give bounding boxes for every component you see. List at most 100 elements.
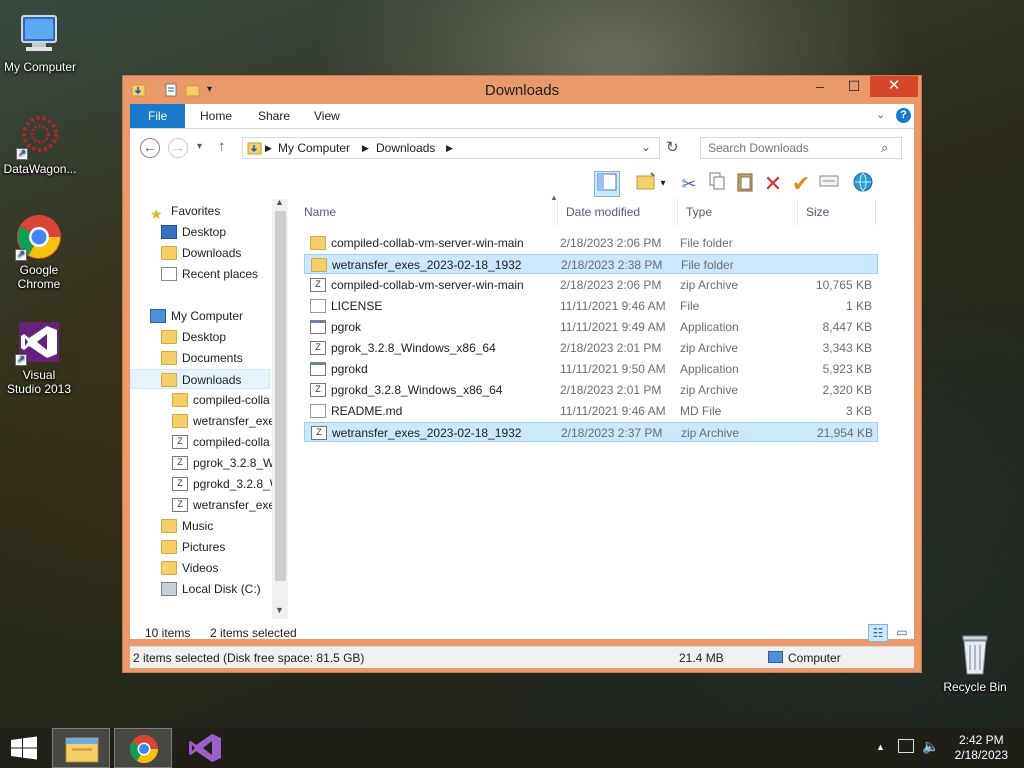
file-name: wetransfer_exes_2023-02-18_1932 [332, 258, 522, 272]
file-name-cell: compiled-collab-vm-server-win-main [310, 233, 550, 253]
file-name: pgrokd [331, 362, 368, 376]
file-row[interactable]: Zcompiled-collab-vm-server-win-main 2/18/… [304, 275, 878, 295]
navigation-pane: ★ Favorites Desktop Downloads Recent plac… [130, 199, 288, 619]
tab-file[interactable]: File [130, 104, 186, 128]
up-arrow-icon[interactable]: ↑ [218, 138, 226, 155]
shortcut-arrow-icon: ↗ [15, 249, 27, 261]
preview-pane-icon[interactable] [594, 171, 620, 197]
nav-favorites[interactable]: ★ Favorites [130, 201, 288, 222]
nav-label: Downloads [182, 373, 242, 387]
nav-local-disk[interactable]: Local Disk (C:) [130, 579, 288, 599]
tab-share[interactable]: Share [244, 104, 304, 128]
copy-icon[interactable] [704, 171, 730, 197]
nav-downloads-child[interactable]: Zcompiled-colla [130, 432, 288, 452]
nav-downloads-child[interactable]: compiled-colla [130, 390, 288, 410]
file-row[interactable]: README.md 11/11/2021 9:46 AM MD File 3 KB [304, 401, 878, 421]
expand-ribbon-chevron-icon[interactable]: ⌄ [876, 108, 885, 121]
nav-computer-desktop[interactable]: Desktop [130, 327, 288, 347]
help-icon[interactable]: ? [896, 108, 911, 123]
open-browser-icon[interactable] [850, 171, 876, 197]
desktop-icon-recycle-bin[interactable]: Recycle Bin [935, 630, 1015, 694]
volume-icon[interactable]: 🔈 [922, 738, 939, 755]
details-view-icon[interactable]: ☷ [868, 624, 888, 642]
file-name: LICENSE [331, 299, 383, 313]
nav-pictures[interactable]: Pictures [130, 537, 288, 557]
file-row[interactable]: wetransfer_exes_2023-02-18_1932 2/18/2023… [304, 254, 878, 274]
paste-icon[interactable] [732, 171, 758, 197]
file-row[interactable]: LICENSE 11/11/2021 9:46 AM File 1 KB [304, 296, 878, 316]
column-header-date-modified[interactable]: Date modified [558, 199, 678, 225]
file-row[interactable]: Zwetransfer_exes_2023-02-18_1932 2/18/202… [304, 422, 878, 442]
maximize-button[interactable]: ☐ [837, 76, 871, 97]
breadcrumb-separator-icon[interactable]: ▶ [362, 143, 369, 154]
breadcrumb-my-computer[interactable]: My Computer [278, 141, 350, 155]
new-item-chevron-icon[interactable]: ▾ [656, 171, 670, 197]
nav-music[interactable]: Music [130, 516, 288, 536]
breadcrumb-separator-icon[interactable]: ▶ [265, 143, 272, 154]
zip-archive-icon: Z [172, 497, 188, 512]
breadcrumb-downloads[interactable]: Downloads [376, 141, 435, 155]
nav-my-computer[interactable]: My Computer [130, 306, 288, 326]
taskbar-chrome[interactable] [114, 728, 172, 768]
desktop-icon-visual-studio[interactable]: ↗ Visual Studio 2013 [0, 318, 79, 396]
nav-scrollbar[interactable]: ▲ ▼ [272, 199, 288, 619]
close-button[interactable]: ✕ [870, 76, 918, 97]
nav-favorite-downloads[interactable]: Downloads [130, 243, 288, 263]
delete-icon[interactable]: ✕ [760, 171, 786, 197]
file-row[interactable]: Zpgrok_3.2.8_Windows_x86_64 2/18/2023 2:0… [304, 338, 878, 358]
address-field[interactable]: ▶ My Computer ▶ Downloads ▶ ⌄ [242, 137, 660, 159]
network-icon[interactable] [898, 739, 914, 753]
minimize-button[interactable]: – [803, 76, 837, 97]
nav-downloads-child[interactable]: Zpgrokd_3.2.8_W [130, 474, 288, 494]
taskbar-visual-studio[interactable] [176, 728, 234, 768]
back-button[interactable]: ← [140, 138, 160, 158]
zip-archive-icon: Z [310, 340, 326, 355]
column-header-size[interactable]: Size [798, 199, 876, 225]
file-row[interactable]: pgrok 11/11/2021 9:49 AM Application 8,447 … [304, 317, 878, 337]
desktop-icon-google-chrome[interactable]: ↗ Google Chrome [0, 213, 79, 291]
nav-computer-documents[interactable]: Documents [130, 348, 288, 368]
address-history-chevron-icon[interactable]: ⌄ [641, 140, 651, 154]
file-row[interactable]: Zpgrokd_3.2.8_Windows_x86_64 2/18/2023 2:… [304, 380, 878, 400]
scroll-up-icon[interactable]: ▲ [275, 199, 284, 207]
location-label: Computer [788, 651, 841, 665]
properties-icon[interactable] [816, 171, 842, 197]
scroll-down-icon[interactable]: ▼ [275, 605, 284, 615]
clock[interactable]: 2:42 PM 2/18/2023 [955, 733, 1008, 763]
recent-locations-chevron-icon[interactable]: ▾ [197, 141, 202, 152]
forward-button[interactable]: → [168, 138, 188, 158]
cut-icon[interactable]: ✂ [676, 171, 702, 197]
nav-favorite-desktop[interactable]: Desktop [130, 222, 288, 242]
show-hidden-icons-icon[interactable]: ▲ [876, 742, 885, 752]
nav-downloads-child[interactable]: Zpgrok_3.2.8_Wi [130, 453, 288, 473]
taskbar-file-explorer[interactable] [52, 728, 110, 768]
nav-computer-downloads[interactable]: Downloads [130, 369, 270, 389]
desktop-icon-datawagon[interactable]: ↗ DataWagon... [0, 112, 80, 176]
start-button[interactable] [0, 728, 48, 768]
file-row[interactable]: compiled-collab-vm-server-win-main 2/18/2… [304, 233, 878, 253]
column-header-name[interactable]: Name [296, 199, 558, 225]
tab-home[interactable]: Home [186, 104, 246, 128]
search-box[interactable]: ⌕ [700, 137, 902, 159]
tab-view[interactable]: View [300, 104, 354, 128]
file-row[interactable]: pgrokd 11/11/2021 9:50 AM Application 5,923… [304, 359, 878, 379]
refresh-icon[interactable]: ↻ [666, 138, 679, 156]
rename-check-icon[interactable]: ✔ [788, 171, 814, 197]
column-header-type[interactable]: Type [678, 199, 798, 225]
nav-downloads-child[interactable]: Zwetransfer_exe [130, 495, 288, 515]
nav-favorite-recent-places[interactable]: Recent places [130, 264, 288, 284]
file-name: wetransfer_exes_2023-02-18_1932 [332, 426, 522, 440]
search-input[interactable] [701, 138, 871, 158]
file-list: ▲ Name Date modified Type Size compiled-… [296, 193, 914, 619]
application-icon [310, 361, 326, 376]
title-bar[interactable]: ▾ Downloads – ☐ ✕ [123, 76, 921, 104]
search-icon[interactable]: ⌕ [881, 140, 888, 156]
desktop-icon-my-computer[interactable]: My Computer [0, 10, 80, 74]
file-date-cell: 2/18/2023 2:38 PM [561, 258, 663, 272]
large-icons-view-icon[interactable]: ▭ [892, 624, 912, 642]
nav-downloads-child[interactable]: wetransfer_exe [130, 411, 288, 431]
nav-videos[interactable]: Videos [130, 558, 288, 578]
breadcrumb-separator-icon[interactable]: ▶ [446, 143, 453, 154]
scrollbar-thumb[interactable] [275, 211, 286, 581]
file-type-cell: zip Archive [680, 278, 739, 292]
